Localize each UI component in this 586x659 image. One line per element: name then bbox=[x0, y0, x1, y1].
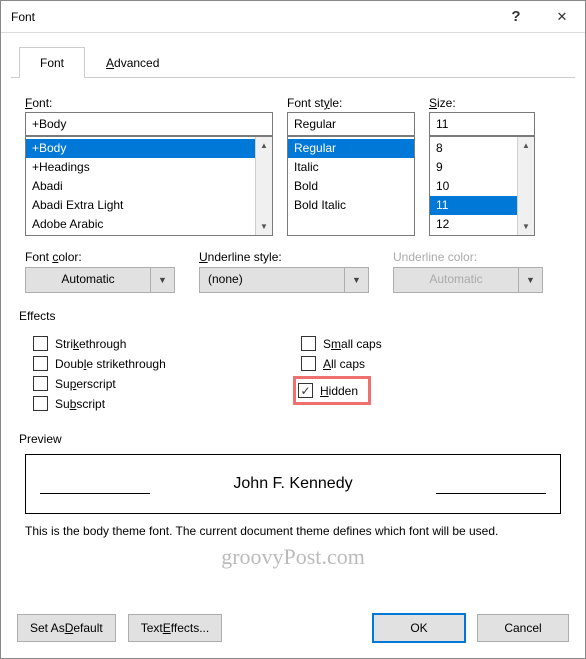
size-label: Size: bbox=[429, 96, 535, 110]
fontcolor-combo[interactable]: Automatic ▼ bbox=[25, 267, 175, 293]
content: Font: +Body +Headings Abadi Abadi Extra … bbox=[1, 78, 585, 602]
tab-separator bbox=[11, 77, 575, 78]
underlinecolor-value: Automatic bbox=[394, 268, 518, 292]
scroll-down-icon[interactable]: ▼ bbox=[518, 218, 534, 235]
effects-label: Effects bbox=[19, 309, 561, 323]
tab-bar: Font Advanced bbox=[19, 47, 585, 77]
preview-description: This is the body theme font. The current… bbox=[25, 524, 561, 538]
list-item[interactable]: Adobe Arabic bbox=[26, 215, 272, 234]
fontstyle-input[interactable] bbox=[287, 112, 415, 136]
watermark: groovyPost.com bbox=[25, 544, 561, 570]
chevron-down-icon: ▼ bbox=[518, 268, 542, 292]
list-item[interactable]: +Body bbox=[26, 139, 272, 158]
list-item[interactable]: Regular bbox=[288, 139, 414, 158]
fontstyle-label: Font style: bbox=[287, 96, 415, 110]
underlinestyle-combo[interactable]: (none) ▼ bbox=[199, 267, 369, 293]
strikethrough-checkbox[interactable]: Strikethrough bbox=[33, 336, 293, 351]
ok-button[interactable]: OK bbox=[373, 614, 465, 642]
fontstyle-listbox[interactable]: Regular Italic Bold Bold Italic bbox=[287, 136, 415, 236]
underlinestyle-label: Underline style: bbox=[199, 250, 379, 264]
list-item[interactable]: Bold bbox=[288, 177, 414, 196]
list-item[interactable]: +Headings bbox=[26, 158, 272, 177]
set-default-button[interactable]: Set As Default bbox=[17, 614, 116, 642]
help-button[interactable]: ? bbox=[493, 1, 539, 33]
preview-line bbox=[40, 493, 150, 494]
underlinecolor-combo: Automatic ▼ bbox=[393, 267, 543, 293]
font-label: Font: bbox=[25, 96, 273, 110]
hidden-highlight: Hidden bbox=[293, 376, 371, 405]
list-item[interactable]: Italic bbox=[288, 158, 414, 177]
list-item[interactable]: Bold Italic bbox=[288, 196, 414, 215]
preview-label: Preview bbox=[19, 432, 561, 446]
close-button[interactable]: ✕ bbox=[539, 1, 585, 33]
window-title: Font bbox=[11, 10, 493, 24]
chevron-down-icon[interactable]: ▼ bbox=[344, 268, 368, 292]
size-listbox[interactable]: 8 9 10 11 12 ▲▼ bbox=[429, 136, 535, 236]
superscript-checkbox[interactable]: Superscript bbox=[33, 376, 293, 391]
titlebar: Font ? ✕ bbox=[1, 1, 585, 33]
font-input[interactable] bbox=[25, 112, 273, 136]
scrollbar[interactable]: ▲▼ bbox=[517, 137, 534, 235]
chevron-down-icon[interactable]: ▼ bbox=[150, 268, 174, 292]
dblstrike-checkbox[interactable]: Double strikethrough bbox=[33, 356, 293, 371]
list-item[interactable]: Abadi Extra Light bbox=[26, 196, 272, 215]
footer: Set As Default Text Effects... OK Cancel bbox=[1, 602, 585, 658]
preview-line bbox=[436, 493, 546, 494]
tab-font[interactable]: Font bbox=[19, 47, 85, 78]
scroll-up-icon[interactable]: ▲ bbox=[518, 137, 534, 154]
smallcaps-checkbox[interactable]: Small caps bbox=[301, 336, 561, 351]
font-listbox[interactable]: +Body +Headings Abadi Abadi Extra Light … bbox=[25, 136, 273, 236]
text-effects-button[interactable]: Text Effects... bbox=[128, 614, 223, 642]
size-input[interactable] bbox=[429, 112, 535, 136]
scrollbar[interactable]: ▲▼ bbox=[255, 137, 272, 235]
fontcolor-value: Automatic bbox=[26, 268, 150, 292]
underlinestyle-value: (none) bbox=[200, 268, 344, 292]
underlinecolor-label: Underline color: bbox=[393, 250, 543, 264]
scroll-up-icon[interactable]: ▲ bbox=[256, 137, 272, 154]
tab-advanced[interactable]: Advanced bbox=[85, 47, 180, 77]
preview-box: John F. Kennedy bbox=[25, 454, 561, 514]
preview-text: John F. Kennedy bbox=[233, 475, 352, 493]
font-dialog: Font ? ✕ Font Advanced Font: +Body +Head… bbox=[0, 0, 586, 659]
scroll-down-icon[interactable]: ▼ bbox=[256, 218, 272, 235]
hidden-checkbox[interactable]: Hidden bbox=[298, 383, 358, 398]
list-item[interactable]: Abadi bbox=[26, 177, 272, 196]
allcaps-checkbox[interactable]: All caps bbox=[301, 356, 561, 371]
subscript-checkbox[interactable]: Subscript bbox=[33, 396, 293, 411]
cancel-button[interactable]: Cancel bbox=[477, 614, 569, 642]
effects-group: Strikethrough Double strikethrough Super… bbox=[25, 331, 561, 416]
fontcolor-label: Font color: bbox=[25, 250, 185, 264]
